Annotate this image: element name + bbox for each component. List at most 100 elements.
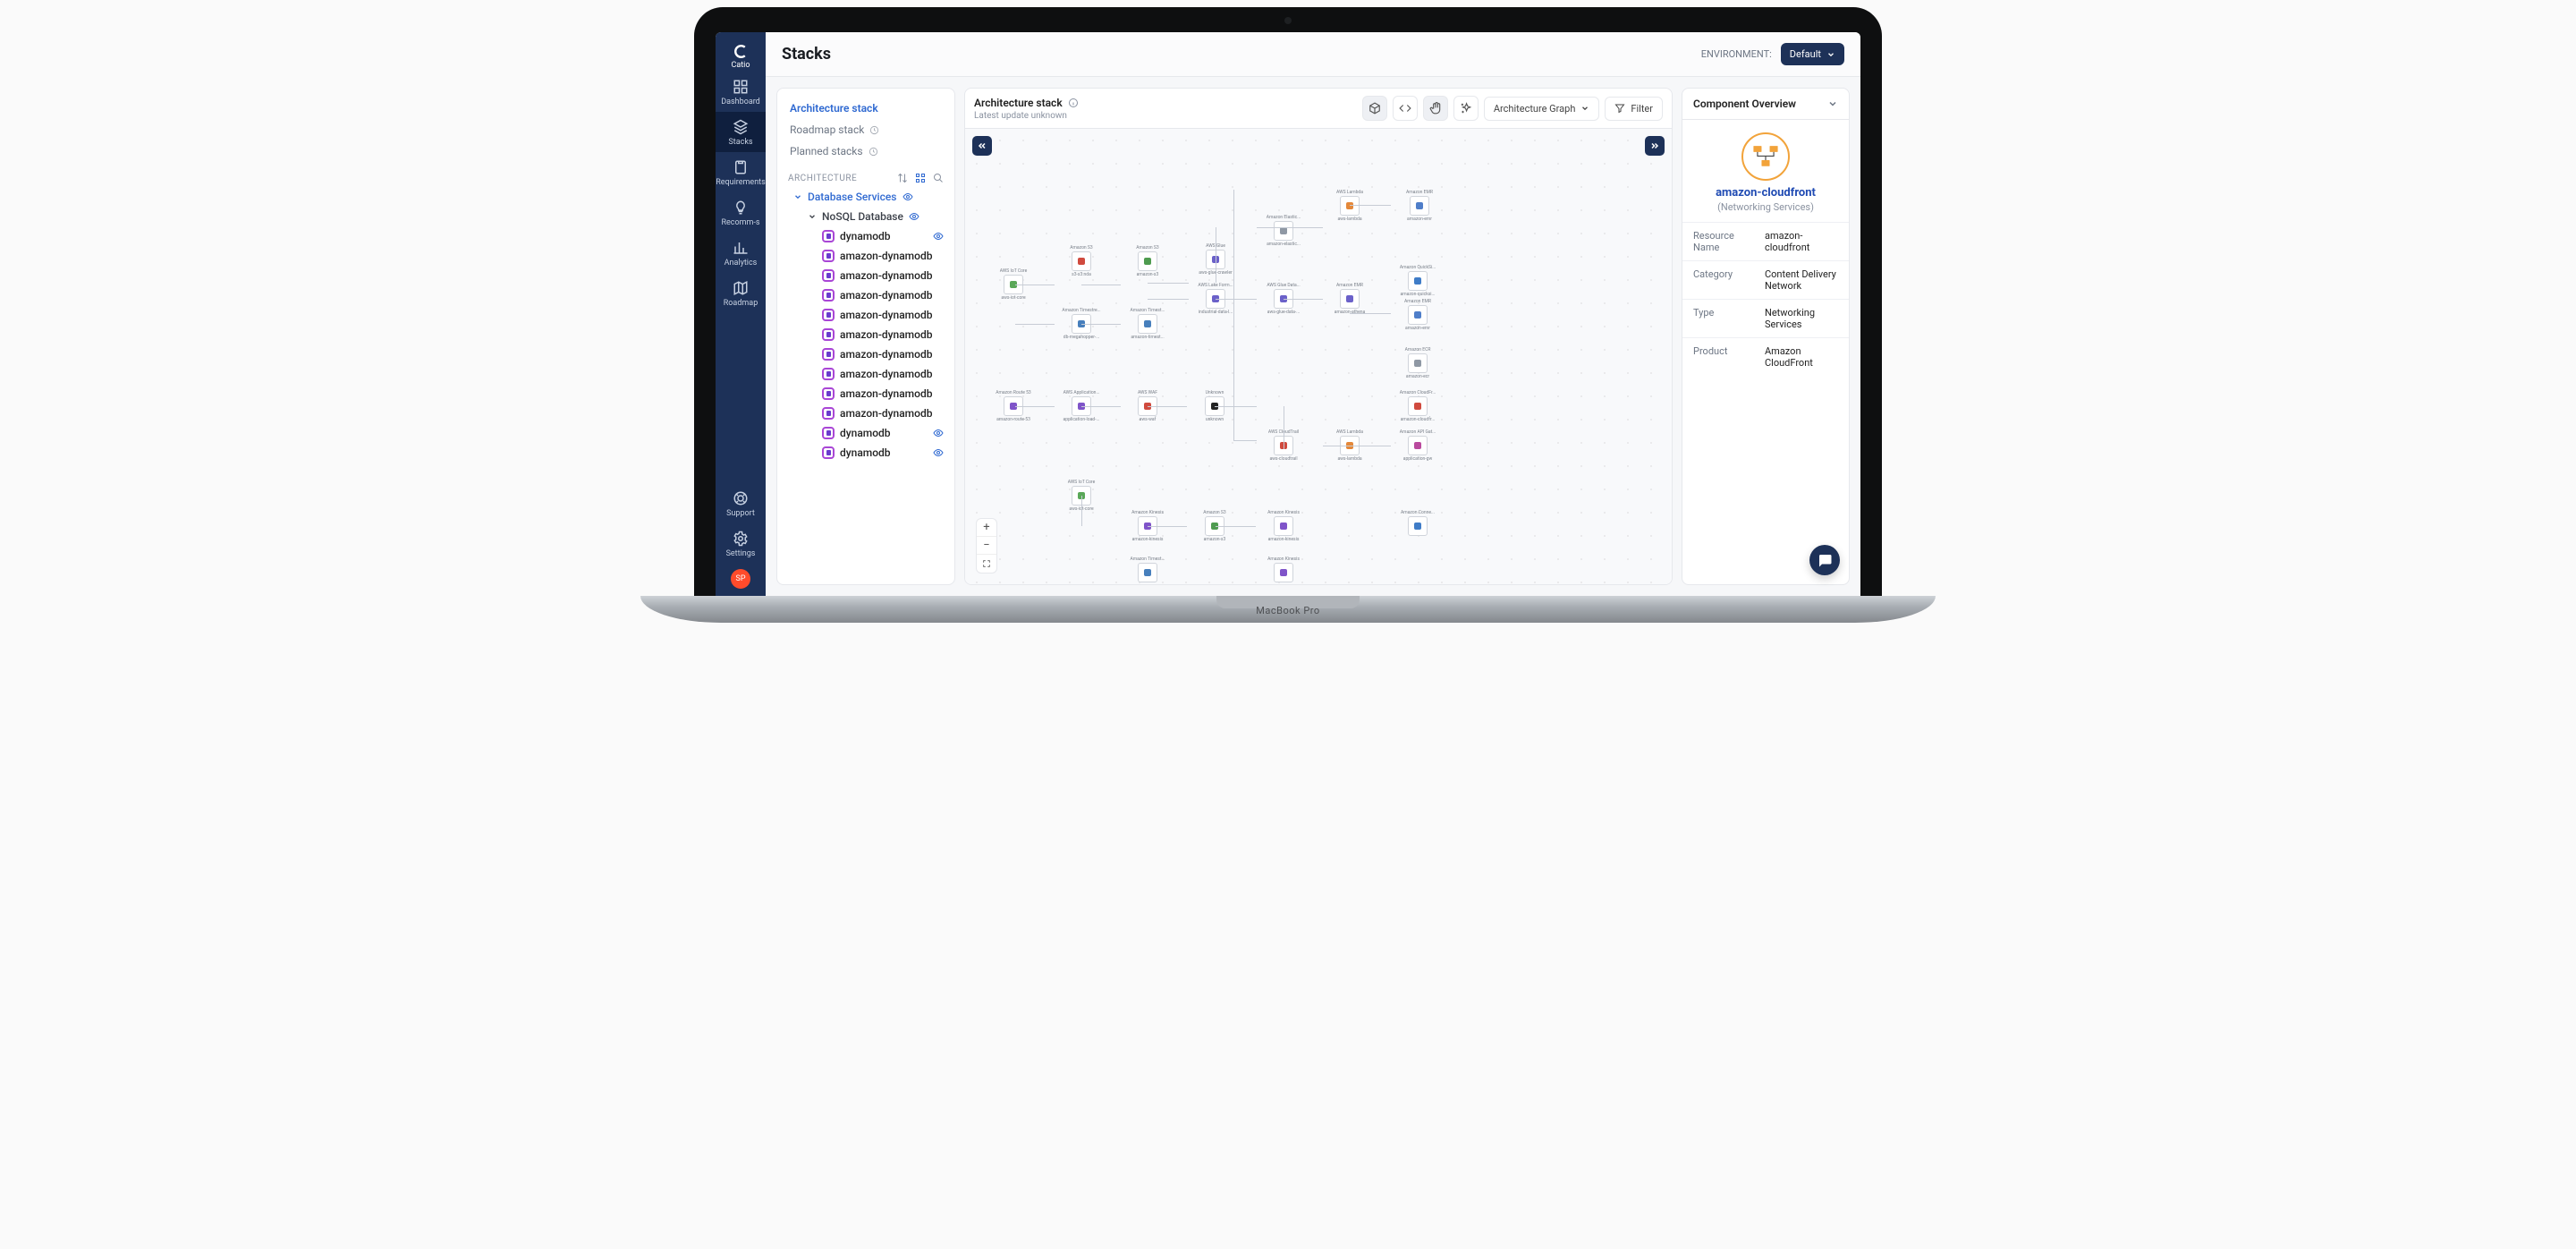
clipboard-icon (733, 159, 749, 175)
architecture-graph-canvas[interactable]: Amazon S3 s3-s3:nda Amazon S3 amazon-s3 … (965, 129, 1672, 584)
tree-item[interactable]: amazon-dynamodb (781, 384, 951, 404)
dashboard-icon (733, 79, 749, 95)
nav-recommendations[interactable]: Recomm-s (716, 192, 766, 233)
graph-node[interactable]: Amazon ECR amazon-ecr (1391, 347, 1445, 379)
macbook-label: MacBook Pro (1256, 605, 1319, 616)
zoom-controls: + − (976, 518, 997, 574)
map-icon (733, 280, 749, 296)
collapse-right-button[interactable] (1645, 136, 1665, 156)
nav-stacks[interactable]: Stacks (716, 112, 766, 152)
graph-node[interactable]: Amazon S3 s3-s3:nda (1055, 245, 1108, 277)
overview-row: TypeNetworking Services (1682, 299, 1849, 337)
chevrons-right-icon (1649, 140, 1660, 151)
tree-item[interactable]: dynamodb (781, 443, 951, 463)
left-panel: Architecture stack Roadmap stack Planned… (776, 88, 955, 585)
tree-subgroup[interactable]: NoSQL Database (781, 207, 951, 226)
overview-row: Resource Nameamazon-cloudfront (1682, 222, 1849, 260)
history-icon (869, 147, 878, 157)
code-icon (1399, 102, 1411, 115)
database-icon (822, 328, 835, 341)
chart-icon (733, 240, 749, 256)
database-icon (822, 387, 835, 400)
tree-item[interactable]: amazon-dynamodb (781, 305, 951, 325)
tree-item[interactable]: amazon-dynamodb (781, 404, 951, 423)
graph-node[interactable]: Amazon QuickSi... amazon-quicksi... (1391, 265, 1445, 297)
stacks-icon (733, 119, 749, 135)
tree-heading: ARCHITECTURE (788, 174, 857, 183)
view-3d-button[interactable] (1362, 96, 1387, 121)
canvas-subtitle: Latest update unknown (974, 111, 1079, 121)
database-icon (822, 427, 835, 439)
component-icon (1741, 132, 1790, 181)
info-icon[interactable] (1068, 98, 1079, 108)
gear-icon (733, 531, 749, 547)
grid-view-icon[interactable] (915, 173, 926, 183)
tree-item[interactable]: dynamodb (781, 423, 951, 443)
graph-node[interactable]: Amazon S3 amazon-s3 (1121, 245, 1174, 277)
zoom-out-button[interactable]: − (977, 537, 996, 555)
component-overview-panel: Component Overview (1682, 88, 1850, 585)
database-icon (822, 368, 835, 380)
nav-settings[interactable]: Settings (716, 523, 766, 564)
graph-node[interactable]: Amazon API Gat... application-gw (1391, 429, 1445, 462)
hand-icon (1429, 102, 1442, 115)
nav-support[interactable]: Support (716, 483, 766, 523)
chat-fab[interactable] (1809, 545, 1840, 575)
magic-button[interactable] (1453, 96, 1479, 121)
tree-item[interactable]: amazon-dynamodb (781, 364, 951, 384)
tree-group[interactable]: Database Services (781, 187, 951, 207)
database-icon (822, 309, 835, 321)
view-mode-select[interactable]: Architecture Graph (1484, 97, 1600, 121)
zoom-in-button[interactable]: + (977, 519, 996, 537)
cube-icon (1368, 102, 1381, 115)
chevron-down-icon (1580, 104, 1589, 113)
tree-item[interactable]: amazon-dynamodb (781, 246, 951, 266)
tree-item[interactable]: amazon-dynamodb (781, 285, 951, 305)
filter-button[interactable]: Filter (1605, 97, 1663, 121)
nav-analytics[interactable]: Analytics (716, 233, 766, 273)
nav-requirements[interactable]: Requirements (716, 152, 766, 192)
graph-node[interactable]: AWS Lambda aws-lambda (1323, 190, 1377, 222)
database-icon (822, 348, 835, 361)
view-code-button[interactable] (1393, 96, 1418, 121)
network-icon (1750, 143, 1781, 170)
filter-icon (1614, 103, 1625, 114)
page-title: Stacks (782, 45, 831, 64)
sparkle-icon (1460, 102, 1472, 115)
tree-item[interactable]: amazon-dynamodb (781, 344, 951, 364)
nav-dashboard[interactable]: Dashboard (716, 72, 766, 112)
tab-roadmap-stack[interactable]: Roadmap stack (788, 119, 944, 140)
chat-icon (1817, 552, 1833, 568)
architecture-tree[interactable]: Database ServicesNoSQL Databasedynamodba… (777, 187, 954, 584)
sort-icon[interactable] (897, 173, 908, 183)
chevron-down-icon[interactable] (1827, 98, 1838, 109)
graph-node[interactable]: Amazon Elastic... amazon-elastic... (1257, 215, 1310, 247)
env-selector[interactable]: Default (1781, 43, 1844, 65)
component-service: (Networking Services) (1682, 200, 1849, 222)
graph-node[interactable]: Amazon Kinesis (1257, 557, 1310, 583)
graph-node[interactable]: Amazon Kinesis amazon-kinesis (1257, 510, 1310, 542)
graph-node[interactable]: Amazon EMR amazon-emr (1391, 299, 1445, 331)
search-icon[interactable] (933, 173, 944, 183)
graph-node[interactable]: Amazon CloudFr... amazon-cloudfr... (1391, 390, 1445, 422)
tree-item[interactable]: dynamodb (781, 226, 951, 246)
tab-architecture-stack[interactable]: Architecture stack (788, 98, 944, 119)
pan-button[interactable] (1423, 96, 1448, 121)
collapse-left-button[interactable] (972, 136, 992, 156)
database-icon (822, 269, 835, 282)
graph-node[interactable]: Amazon Conne... (1391, 510, 1445, 537)
tree-item[interactable]: amazon-dynamodb (781, 266, 951, 285)
avatar[interactable]: SP (731, 569, 750, 589)
graph-node[interactable]: Amazon EMR amazon-athena (1323, 283, 1377, 315)
lifebuoy-icon (733, 490, 749, 506)
fullscreen-button[interactable] (977, 555, 996, 573)
database-icon (822, 230, 835, 242)
chevrons-left-icon (977, 140, 987, 151)
nav-rail: Catio Dashboard Stacks Requirements Reco… (716, 32, 766, 596)
graph-node[interactable]: Amazon Timest... (1121, 557, 1174, 583)
tree-item[interactable]: amazon-dynamodb (781, 325, 951, 344)
nav-roadmap[interactable]: Roadmap (716, 273, 766, 313)
graph-node[interactable]: Amazon EMR amazon-emr (1393, 190, 1446, 222)
graph-node[interactable]: Amazon Timest... amazon-timest... (1121, 308, 1174, 340)
tab-planned-stacks[interactable]: Planned stacks (788, 140, 944, 162)
